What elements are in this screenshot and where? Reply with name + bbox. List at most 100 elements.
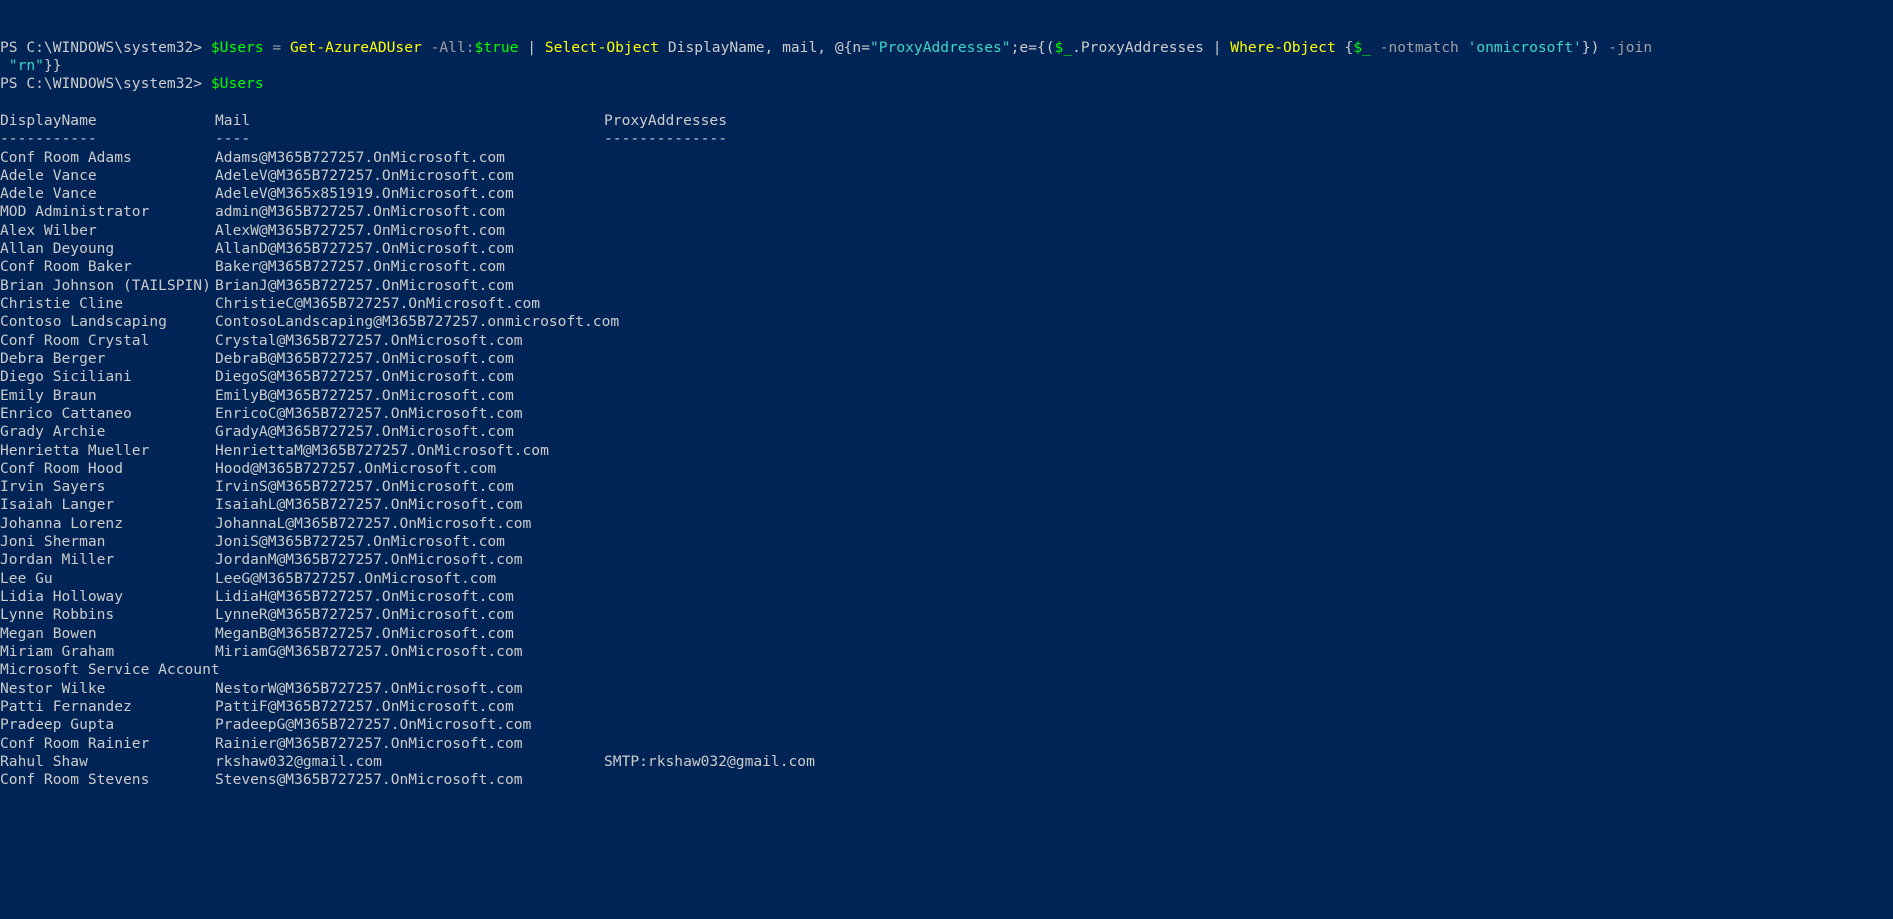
table-cell-displayname: Henrietta Mueller [0,441,150,459]
table-row: Diego Siciliani DiegoS@M365B727257.OnMicr… [0,368,1893,386]
table-cell-mail: rkshaw032@gmail.com [215,752,382,770]
table-row: Patti Fernandez PattiF@M365B727257.OnMicr… [0,698,1893,716]
table-row: Debra Berger DebraB@M365B727257.OnMicroso… [0,350,1893,368]
table-header: DisplayName Mail ProxyAddresses [0,112,1893,130]
table-cell-displayname: Nestor Wilke [0,679,106,697]
table-cell-displayname: Emily Braun [0,386,97,404]
table-cell-displayname: Conf Room Baker [0,258,132,276]
table-cell-mail: AllanD@M365B727257.OnMicrosoft.com [215,240,514,258]
table-cell-mail: IrvinS@M365B727257.OnMicrosoft.com [215,478,514,496]
table-cell-displayname: Patti Fernandez [0,697,132,715]
table-cell-displayname: Conf Room Crystal [0,331,150,349]
command-line-wrapped: "rn"}} [0,57,1893,75]
command-token: -notmatch [1379,38,1459,56]
table-cell-mail: EmilyB@M365B727257.OnMicrosoft.com [215,386,514,404]
table-header-cell: DisplayName [0,111,97,129]
table-cell-mail: JordanM@M365B727257.OnMicrosoft.com [215,551,523,569]
table-cell-mail: GradyA@M365B727257.OnMicrosoft.com [215,423,514,441]
table-row: Lidia Holloway LidiaH@M365B727257.OnMicro… [0,588,1893,606]
table-row: Microsoft Service Account [0,661,1893,679]
command-token: | [1212,38,1222,56]
table-cell-mail: ContosoLandscaping@M365B727257.onmicroso… [215,313,620,331]
table-cell-displayname: Debra Berger [0,349,106,367]
command-token: { [1335,38,1354,56]
table-row: Lee Gu LeeG@M365B727257.OnMicrosoft.com [0,570,1893,588]
command-token: DisplayName [659,38,765,56]
table-row: Pradeep Gupta PradeepG@M365B727257.OnMicr… [0,716,1893,734]
command-token [1459,39,1468,56]
table-row: Adele Vance AdeleV@M365B727257.OnMicrosof… [0,167,1893,185]
table-cell-displayname: Enrico Cattaneo [0,404,132,422]
table-row: Allan Deyoung AllanD@M365B727257.OnMicros… [0,240,1893,258]
table-separator: ----------- ---- -------------- [0,130,1893,148]
table-cell-mail: Stevens@M365B727257.OnMicrosoft.com [215,771,523,789]
table-cell-displayname: Lynne Robbins [0,606,115,624]
table-row: Conf Room Baker Baker@M365B727257.OnMicro… [0,258,1893,276]
command-token: $Users [210,38,264,56]
table-cell-mail: Crystal@M365B727257.OnMicrosoft.com [215,331,523,349]
command-token [422,39,431,56]
table-cell-mail: IsaiahL@M365B727257.OnMicrosoft.com [215,496,523,514]
table-row: Grady Archie GradyA@M365B727257.OnMicroso… [0,423,1893,441]
table-cell-mail: PradeepG@M365B727257.OnMicrosoft.com [215,716,532,734]
table-cell-displayname: Microsoft Service Account [0,661,220,679]
powershell-console[interactable]: PS C:\WINDOWS\system32> $Users = Get-Azu… [0,0,1893,919]
table-cell-mail: DebraB@M365B727257.OnMicrosoft.com [215,349,514,367]
command-token [281,39,290,56]
table-cell-displayname: Miriam Graham [0,642,115,660]
table-row: Jordan Miller JordanM@M365B727257.OnMicro… [0,551,1893,569]
table-cell-mail: MiriamG@M365B727257.OnMicrosoft.com [215,642,523,660]
table-row: Rahul Shaw rkshaw032@gmail.com SMTP:rkshaw… [0,753,1893,771]
command-token: }} [43,56,62,74]
table-cell-mail: AlexW@M365B727257.OnMicrosoft.com [215,221,505,239]
table-cell-mail: JoniS@M365B727257.OnMicrosoft.com [215,533,505,551]
table-cell-displayname: Joni Sherman [0,533,106,551]
table-cell-displayname: Pradeep Gupta [0,716,115,734]
table-row: Contoso Landscaping ContosoLandscaping@M3… [0,313,1893,331]
command-token: ;e={( [1010,38,1055,56]
table-separator-cell: ---- [215,130,251,148]
table-cell-displayname: MOD Administrator [0,203,150,221]
table-cell-mail: EnricoC@M365B727257.OnMicrosoft.com [215,404,523,422]
table-cell-displayname: Johanna Lorenz [0,514,124,532]
table-cell-displayname: Grady Archie [0,423,106,441]
command-token: $_ [1054,38,1073,56]
table-cell-mail: PattiF@M365B727257.OnMicrosoft.com [215,697,514,715]
table-cell-mail: MeganB@M365B727257.OnMicrosoft.com [215,624,514,642]
table-row: Lynne Robbins LynneR@M365B727257.OnMicros… [0,606,1893,624]
table-cell-mail: admin@M365B727257.OnMicrosoft.com [215,203,505,221]
command-token: , [764,38,774,56]
command-token: $true [474,38,519,56]
table-cell-displayname: Diego Siciliani [0,368,132,386]
table-row: Conf Room Rainier Rainier@M365B727257.OnM… [0,735,1893,753]
table-cell-mail: DiegoS@M365B727257.OnMicrosoft.com [215,368,514,386]
table-cell-mail: NestorW@M365B727257.OnMicrosoft.com [215,679,523,697]
table-cell-mail: AdeleV@M365x851919.OnMicrosoft.com [215,185,514,203]
command-token [202,75,211,92]
table-cell-displayname: Conf Room Rainier [0,734,150,752]
table-cell-displayname: Conf Room Adams [0,148,132,166]
table-cell-mail: Hood@M365B727257.OnMicrosoft.com [215,459,497,477]
table-row: Alex Wilber AlexW@M365B727257.OnMicrosoft… [0,222,1893,240]
table-cell-mail: Baker@M365B727257.OnMicrosoft.com [215,258,505,276]
table-row: Isaiah Langer IsaiahL@M365B727257.OnMicro… [0,496,1893,514]
command-token: 'onmicrosoft' [1467,38,1582,56]
table-cell-displayname: Contoso Landscaping [0,313,167,331]
command-token: -join [1608,38,1653,56]
table-row: Brian Johnson (TAILSPIN) BrianJ@M365B7272… [0,277,1893,295]
command-token [202,39,211,56]
table-cell-displayname: Lidia Holloway [0,588,124,605]
command-token: $_ [1353,38,1371,56]
table-cell-mail: HenriettaM@M365B727257.OnMicrosoft.com [215,441,549,459]
table-cell-mail: ChristieC@M365B727257.OnMicrosoft.com [215,295,541,312]
table-row: Conf Room Hood Hood@M365B727257.OnMicroso… [0,460,1893,478]
table-cell-displayname: Brian Johnson (TAILSPIN) [0,276,211,294]
table-row: MOD Administrator admin@M365B727257.OnMic… [0,203,1893,221]
table-row: Miriam Graham MiriamG@M365B727257.OnMicro… [0,643,1893,661]
table-row: Henrietta Mueller HenriettaM@M365B727257.… [0,442,1893,460]
command-line: PS C:\WINDOWS\system32> $Users [0,75,1893,93]
command-token: , [817,38,827,56]
table-row: Enrico Cattaneo EnricoC@M365B727257.OnMic… [0,405,1893,423]
table-cell-displayname: Megan Bowen [0,624,97,642]
table-row: Conf Room Adams Adams@M365B727257.OnMicro… [0,149,1893,167]
